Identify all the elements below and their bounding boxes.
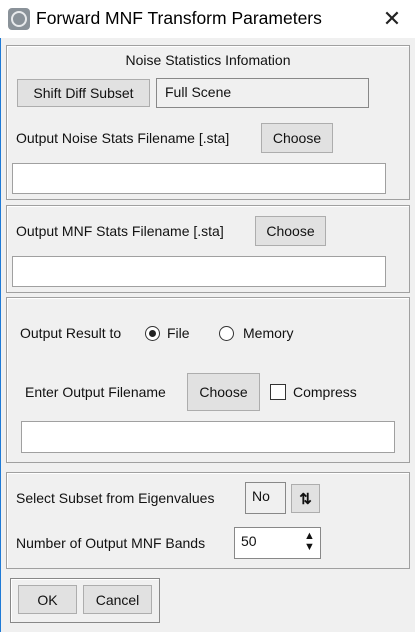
eigen-subset-value: No <box>245 482 286 514</box>
ok-button[interactable]: OK <box>18 585 77 614</box>
close-icon[interactable]: ✕ <box>380 6 404 32</box>
choose-noise-stats-button[interactable]: Choose <box>261 123 333 153</box>
select-subset-label: Select Subset from Eigenvalues <box>16 490 215 506</box>
compress-label[interactable]: Compress <box>293 384 357 400</box>
output-filename-input[interactable] <box>21 421 395 453</box>
eigenvalues-panel <box>6 472 410 569</box>
mnf-bands-label: Number of Output MNF Bands <box>16 535 206 551</box>
noise-statistics-heading: Noise Statistics Infomation <box>125 52 291 68</box>
cancel-button[interactable]: Cancel <box>83 585 152 614</box>
subset-display: Full Scene <box>156 78 369 108</box>
mnf-stats-filename-input[interactable] <box>12 256 386 287</box>
window-border <box>0 38 1 632</box>
choose-output-file-button[interactable]: Choose <box>187 373 260 411</box>
memory-radio-label[interactable]: Memory <box>243 325 294 341</box>
file-radio-label[interactable]: File <box>167 325 190 341</box>
app-icon <box>8 8 30 30</box>
output-noise-stats-label: Output Noise Stats Filename [.sta] <box>16 130 230 146</box>
swap-arrows-icon[interactable]: ⇅ <box>291 484 320 513</box>
output-filename-label: Enter Output Filename <box>25 384 166 400</box>
output-mnf-stats-label: Output MNF Stats Filename [.sta] <box>16 223 224 239</box>
compress-checkbox[interactable] <box>270 384 286 400</box>
mnf-bands-value[interactable]: 50 <box>241 533 257 549</box>
file-radio[interactable] <box>145 326 160 341</box>
output-result-label: Output Result to <box>20 325 122 341</box>
choose-mnf-stats-button[interactable]: Choose <box>255 216 326 246</box>
shift-diff-subset-button[interactable]: Shift Diff Subset <box>17 79 150 107</box>
memory-radio[interactable] <box>219 326 234 341</box>
noise-stats-filename-input[interactable] <box>12 163 386 194</box>
spinner-arrows-icon[interactable]: ▲ ▼ <box>301 531 318 555</box>
window-title: Forward MNF Transform Parameters <box>36 8 322 28</box>
